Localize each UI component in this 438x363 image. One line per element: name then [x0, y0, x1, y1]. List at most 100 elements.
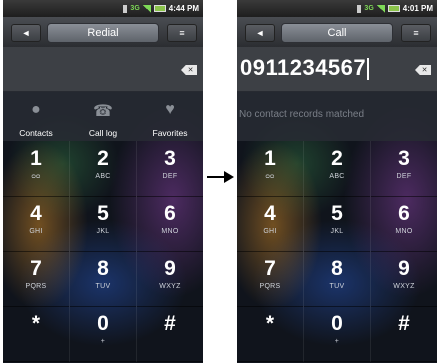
- voicemail-icon: ᴑᴑ: [31, 173, 41, 180]
- key-letters: MNO: [161, 228, 179, 235]
- key-5[interactable]: 5 JKL: [70, 196, 137, 252]
- key-6[interactable]: 6 MNO: [137, 196, 203, 252]
- key-digit: 3: [398, 147, 410, 170]
- key-9[interactable]: 9 WXYZ: [137, 251, 203, 307]
- back-button[interactable]: ◄: [245, 24, 275, 42]
- key-digit: 7: [264, 257, 276, 280]
- number-entry-field[interactable]: ✕: [3, 47, 203, 92]
- key-digit: 5: [97, 202, 109, 225]
- key-digit: 9: [398, 257, 410, 280]
- key-2[interactable]: 2 ABC: [304, 141, 371, 197]
- backspace-button[interactable]: ✕: [415, 65, 431, 75]
- battery-icon: [387, 5, 400, 12]
- key-1[interactable]: 1 ᴑᴑ: [237, 141, 304, 197]
- dialed-number-wrap: 0911234567: [240, 55, 370, 81]
- battery-icon: [153, 5, 166, 12]
- contacts-label: Contacts: [19, 128, 53, 138]
- key-digit: 2: [331, 147, 343, 170]
- key-digit: 1: [264, 147, 276, 170]
- key-4[interactable]: 4 GHI: [237, 196, 304, 252]
- key-digit: 8: [331, 257, 343, 280]
- favorites-icon: ♥: [165, 101, 175, 118]
- signal-icon: [376, 4, 385, 13]
- voicemail-icon: ᴑᴑ: [265, 173, 275, 180]
- status-bar: 3G 4:44 PM: [3, 0, 203, 17]
- key-7[interactable]: 7 PQRS: [3, 251, 70, 307]
- key-digit: 6: [398, 202, 410, 225]
- menu-button[interactable]: ≡: [401, 24, 431, 42]
- network-type: 3G: [130, 5, 140, 12]
- key-digit: 7: [30, 257, 42, 280]
- dialed-number: 0911234567: [240, 55, 367, 80]
- key-8[interactable]: 8 TUV: [304, 251, 371, 307]
- key-letters: ABC: [95, 173, 111, 180]
- key-letters: +: [100, 338, 106, 345]
- call-log-icon: ☎: [93, 103, 113, 120]
- key-star[interactable]: *: [237, 306, 304, 362]
- key-digit: 9: [164, 257, 176, 280]
- key-4[interactable]: 4 GHI: [3, 196, 70, 252]
- key-digit: 8: [97, 257, 109, 280]
- key-letters: +: [334, 338, 340, 345]
- key-letters: GHI: [29, 228, 43, 235]
- key-digit: 0: [331, 312, 343, 335]
- key-hash[interactable]: #: [137, 306, 203, 362]
- key-letters: MNO: [395, 228, 413, 235]
- key-2[interactable]: 2 ABC: [70, 141, 137, 197]
- dialer-screen-call: 3G 4:01 PM ◄ Call ≡ 0911234567 ✕ No cont…: [237, 0, 437, 363]
- key-digit: *: [31, 312, 41, 335]
- arrow-right-icon: [207, 171, 234, 183]
- screen-title: Call: [281, 23, 393, 43]
- menu-button[interactable]: ≡: [167, 24, 197, 42]
- usb-icon: [123, 4, 128, 13]
- contacts-shortcut[interactable]: ● Contacts: [3, 91, 69, 141]
- key-3[interactable]: 3 DEF: [371, 141, 437, 197]
- call-log-label: Call log: [88, 128, 118, 138]
- title-bar: ◄ Redial ≡: [3, 17, 203, 47]
- text-cursor: [367, 58, 370, 81]
- network-type: 3G: [364, 5, 374, 12]
- key-letters: PQRS: [25, 283, 47, 290]
- key-letters: JKL: [96, 228, 110, 235]
- keypad: 1 ᴑᴑ 2 ABC 3 DEF 4 GHI 5 JKL 6 MNO 7 PQRS 8 TUV …: [237, 141, 437, 363]
- key-5[interactable]: 5 JKL: [304, 196, 371, 252]
- key-0[interactable]: 0 +: [70, 306, 137, 362]
- status-bar: 3G 4:01 PM: [237, 0, 437, 17]
- contacts-icon: ●: [31, 101, 41, 118]
- key-letters: PQRS: [259, 283, 281, 290]
- key-star[interactable]: *: [3, 306, 70, 362]
- key-letters: WXYZ: [393, 283, 415, 290]
- backspace-button[interactable]: ✕: [181, 65, 197, 75]
- key-9[interactable]: 9 WXYZ: [371, 251, 437, 307]
- key-6[interactable]: 6 MNO: [371, 196, 437, 252]
- key-hash[interactable]: #: [371, 306, 437, 362]
- key-digit: 2: [97, 147, 109, 170]
- key-1[interactable]: 1 ᴑᴑ: [3, 141, 70, 197]
- dialer-screen-redial: 3G 4:44 PM ◄ Redial ≡ ✕ ● Contacts ☎ Cal…: [3, 0, 203, 363]
- key-digit: 1: [30, 147, 42, 170]
- key-digit: 4: [30, 202, 42, 225]
- back-button[interactable]: ◄: [11, 24, 41, 42]
- signal-icon: [142, 4, 151, 13]
- number-entry-field[interactable]: 0911234567 ✕: [237, 47, 437, 92]
- key-letters: WXYZ: [159, 283, 181, 290]
- usb-icon: [357, 4, 362, 13]
- key-3[interactable]: 3 DEF: [137, 141, 203, 197]
- contact-match-area: No contact records matched: [237, 91, 437, 141]
- key-letters: TUV: [329, 283, 345, 290]
- shortcut-bar: ● Contacts ☎ Call log ♥ Favorites: [3, 91, 203, 141]
- key-digit: 6: [164, 202, 176, 225]
- keypad: 1 ᴑᴑ 2 ABC 3 DEF 4 GHI 5 JKL 6 MNO 7 PQRS 8 TUV …: [3, 141, 203, 363]
- favorites-shortcut[interactable]: ♥ Favorites: [137, 91, 203, 141]
- key-digit: #: [164, 312, 176, 335]
- key-digit: 0: [97, 312, 109, 335]
- status-time: 4:44 PM: [168, 4, 199, 13]
- call-log-shortcut[interactable]: ☎ Call log: [70, 91, 136, 141]
- key-letters: DEF: [396, 173, 412, 180]
- key-letters: ABC: [329, 173, 345, 180]
- key-8[interactable]: 8 TUV: [70, 251, 137, 307]
- key-7[interactable]: 7 PQRS: [237, 251, 304, 307]
- status-time: 4:01 PM: [402, 4, 433, 13]
- key-letters: JKL: [330, 228, 344, 235]
- key-0[interactable]: 0 +: [304, 306, 371, 362]
